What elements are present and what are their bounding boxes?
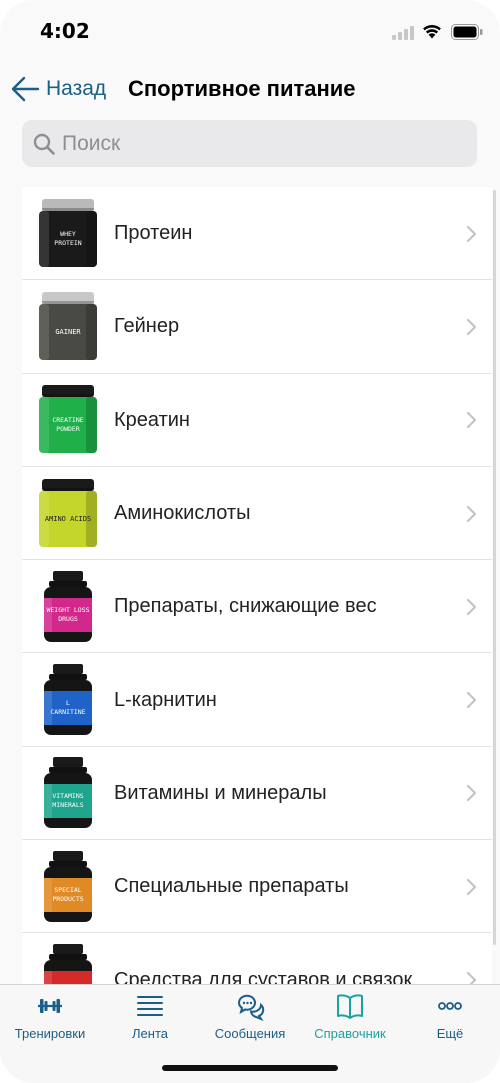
chevron-right-icon xyxy=(466,785,477,802)
category-thumbnail: L CARNITINE xyxy=(30,660,106,740)
product-jar-icon: GAINER xyxy=(39,291,97,360)
tab-label: Лента xyxy=(132,1026,168,1041)
category-list[interactable]: WHEY PROTEIN Протеин GAINER Гейнер CREATINE PO… xyxy=(22,187,492,984)
search-input[interactable] xyxy=(62,131,462,156)
battery-icon xyxy=(451,24,483,40)
svg-text:MINERALS: MINERALS xyxy=(52,801,83,809)
svg-text:CREATINE: CREATINE xyxy=(52,416,83,424)
product-jar-icon: CREATINEPOWDER xyxy=(39,385,97,454)
dumbbell-icon xyxy=(38,999,62,1013)
status-bar: 4:02 xyxy=(0,0,500,60)
list-item[interactable]: VITAMINS MINERALS Витамины и минералы xyxy=(22,747,492,841)
svg-text:GAINER: GAINER xyxy=(55,328,81,336)
svg-text:L: L xyxy=(66,699,70,707)
product-jar-icon: AMINO ACIDS xyxy=(39,478,97,547)
scroll-indicator[interactable] xyxy=(493,190,496,945)
cellular-signal-icon xyxy=(392,26,414,40)
tab-label: Справочник xyxy=(314,1026,386,1041)
list-item-label: L-карнитин xyxy=(114,688,217,711)
product-jar-icon: VITAMINSMINERALS xyxy=(44,757,92,829)
tab-label: Тренировки xyxy=(14,1026,86,1041)
list-item[interactable]: WHEY PROTEIN Протеин xyxy=(22,187,492,281)
svg-text:WEIGHT LOSS: WEIGHT LOSS xyxy=(46,606,89,614)
list-item-label: Протеин xyxy=(114,222,193,245)
tab-dumbbell[interactable]: Тренировки xyxy=(0,989,100,1045)
svg-text:PRODUCTS: PRODUCTS xyxy=(52,895,83,903)
category-thumbnail: WHEY PROTEIN xyxy=(30,194,106,274)
tab-chat-bubbles[interactable]: Сообщения xyxy=(200,989,300,1045)
product-jar-icon: SPECIALPRODUCTS xyxy=(44,850,92,922)
list-item-label: Витамины и минералы xyxy=(114,781,327,804)
list-item-label: Средства для суставов и связок xyxy=(114,968,413,984)
list-item[interactable]: GAINER Гейнер xyxy=(22,280,492,374)
more-dots-icon xyxy=(438,1002,462,1010)
list-item-label: Препараты, снижающие вес xyxy=(114,595,377,618)
list-item-label: Гейнер xyxy=(114,315,180,338)
list-item[interactable]: WEIGHT LOSS DRUGS Препараты, снижающие вес xyxy=(22,560,492,654)
chevron-right-icon xyxy=(466,692,477,709)
product-jar-icon: WHEYPROTEIN xyxy=(39,198,97,267)
chevron-right-icon xyxy=(466,971,477,984)
svg-text:CARNITINE: CARNITINE xyxy=(50,708,85,716)
back-button[interactable]: Назад xyxy=(10,72,106,106)
list-item[interactable]: JOINTS Средства для суставов и связок xyxy=(22,933,492,984)
svg-text:DRUGS: DRUGS xyxy=(58,615,78,623)
tab-list[interactable]: Лента xyxy=(100,989,200,1045)
wifi-icon xyxy=(423,24,441,39)
chevron-right-icon xyxy=(466,412,477,429)
product-jar-icon: JOINTS xyxy=(44,944,92,984)
list-item[interactable]: CREATINE POWDER Креатин xyxy=(22,374,492,467)
list-item-label: Креатин xyxy=(114,408,190,431)
navigation-bar: Назад Спортивное питание xyxy=(0,66,500,112)
list-item[interactable]: SPECIAL PRODUCTS Специальные препараты xyxy=(22,840,492,934)
home-indicator[interactable] xyxy=(162,1065,338,1071)
list-icon xyxy=(137,996,163,1016)
svg-text:AMINO ACIDS: AMINO ACIDS xyxy=(45,515,91,523)
svg-text:VITAMINS: VITAMINS xyxy=(52,792,83,800)
category-thumbnail: AMINO ACIDS xyxy=(30,474,106,554)
chevron-right-icon xyxy=(466,598,477,615)
category-thumbnail: JOINTS xyxy=(30,940,106,984)
product-jar-icon: LCARNITINE xyxy=(44,664,92,736)
back-label: Назад xyxy=(46,77,107,100)
svg-text:PROTEIN: PROTEIN xyxy=(54,239,81,247)
category-thumbnail: WEIGHT LOSS DRUGS xyxy=(30,567,106,647)
book-icon xyxy=(337,994,363,1019)
chevron-right-icon xyxy=(466,318,477,336)
chevron-right-icon xyxy=(466,505,477,522)
tab-more-dots[interactable]: Ещё xyxy=(400,989,500,1045)
list-item-label: Аминокислоты xyxy=(114,502,251,525)
chevron-right-icon xyxy=(466,225,477,242)
search-field[interactable] xyxy=(22,120,477,167)
arrow-left-icon xyxy=(11,76,40,102)
category-thumbnail: SPECIAL PRODUCTS xyxy=(30,847,106,927)
search-icon xyxy=(33,133,55,155)
tab-label: Сообщения xyxy=(214,1026,286,1041)
tab-book[interactable]: Справочник xyxy=(300,989,400,1045)
category-thumbnail: CREATINE POWDER xyxy=(30,380,106,460)
list-item-label: Специальные препараты xyxy=(114,875,349,898)
category-thumbnail: VITAMINS MINERALS xyxy=(30,753,106,833)
list-item[interactable]: AMINO ACIDS Аминокислоты xyxy=(22,467,492,561)
product-jar-icon: WEIGHT LOSSDRUGS xyxy=(44,570,92,642)
page-title: Спортивное питание xyxy=(128,76,356,101)
status-time: 4:02 xyxy=(40,19,90,43)
svg-text:SPECIAL: SPECIAL xyxy=(54,886,81,894)
chevron-right-icon xyxy=(466,878,477,895)
svg-text:POWDER: POWDER xyxy=(56,425,80,433)
svg-text:WHEY: WHEY xyxy=(60,230,76,238)
category-thumbnail: GAINER xyxy=(30,287,106,367)
chat-bubbles-icon xyxy=(237,994,265,1021)
phone-screen: 4:02 Назад Спортивное питание Поиск WHEY… xyxy=(0,0,500,1083)
tab-label: Ещё xyxy=(436,1026,464,1041)
list-item[interactable]: L CARNITINE L-карнитин xyxy=(22,653,492,747)
